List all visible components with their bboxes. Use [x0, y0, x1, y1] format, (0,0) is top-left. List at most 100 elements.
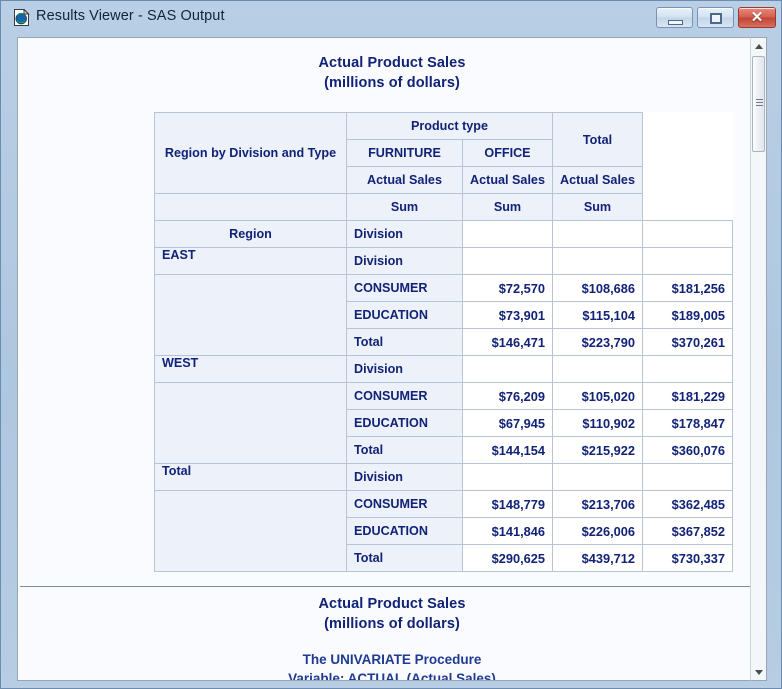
maximize-icon	[710, 13, 722, 24]
cell-furniture: $144,154	[462, 436, 553, 464]
header-stat-furniture: Sum	[346, 193, 463, 221]
cell-division: Total	[346, 328, 463, 356]
cell-office	[552, 355, 643, 383]
procedure-title: The UNIVARIATE Procedure	[302, 652, 482, 667]
maximize-button[interactable]	[697, 7, 734, 28]
table-stub-label: Region by Division and Type	[154, 112, 347, 194]
cell-office: $110,902	[552, 409, 643, 437]
cell-division: CONSUMER	[346, 490, 463, 518]
cell-office: $223,790	[552, 328, 643, 356]
cell-furniture	[462, 247, 553, 275]
page-divider	[20, 586, 760, 587]
product-sales-table: Region by Division and Type Product type…	[154, 112, 733, 572]
cell-total: $367,852	[642, 517, 733, 545]
cell-region: WEST	[154, 355, 347, 383]
table-row: EDUCATION $67,945 $110,902 $178,847	[154, 409, 733, 437]
report-title-line2: (millions of dollars)	[324, 75, 460, 91]
cell-division: Division	[346, 355, 463, 383]
table-row: EAST Division	[154, 247, 733, 275]
window-title: Results Viewer - SAS Output	[36, 8, 225, 24]
table-row: Total $146,471 $223,790 $370,261	[154, 328, 733, 356]
cell-total: $730,337	[642, 544, 733, 572]
cell-total: $362,485	[642, 490, 733, 518]
chevron-down-icon	[755, 670, 763, 675]
cell-region	[154, 490, 347, 518]
cell-division: Division	[346, 463, 463, 491]
cell-office: $108,686	[552, 274, 643, 302]
report-page-2: Actual Product Sales (millions of dollar…	[18, 596, 766, 681]
cell-region	[154, 328, 347, 356]
cell-office	[552, 463, 643, 491]
header-measure-furniture: Actual Sales	[346, 166, 463, 194]
cell-office	[552, 247, 643, 275]
cell-office: $226,006	[552, 517, 643, 545]
cell-region	[154, 409, 347, 437]
table-row: EDUCATION $141,846 $226,006 $367,852	[154, 517, 733, 545]
header-region: Region	[154, 220, 347, 248]
header-product-furniture: FURNITURE	[346, 139, 463, 167]
cell-region	[154, 274, 347, 302]
cell-division: EDUCATION	[346, 301, 463, 329]
header-division: Division	[346, 220, 463, 248]
cell-furniture: $76,209	[462, 382, 553, 410]
table-row: EDUCATION $73,901 $115,104 $189,005	[154, 301, 733, 329]
table-row: CONSUMER $76,209 $105,020 $181,229	[154, 382, 733, 410]
cell-furniture: $146,471	[462, 328, 553, 356]
table-row: Total Division	[154, 463, 733, 491]
stubrow-blank-furniture	[462, 220, 553, 248]
procedure-variable: Variable: ACTUAL (Actual Sales)	[288, 671, 496, 681]
cell-region	[154, 436, 347, 464]
cell-furniture	[462, 355, 553, 383]
cell-furniture: $148,779	[462, 490, 553, 518]
table-row: WEST Division	[154, 355, 733, 383]
cell-furniture: $141,846	[462, 517, 553, 545]
header-stat-office: Sum	[462, 193, 553, 221]
cell-region	[154, 517, 347, 545]
cell-division: Division	[346, 247, 463, 275]
sas-report: Actual Product Sales (millions of dollar…	[18, 38, 766, 680]
table-header-row-statistic: Sum Sum Sum	[154, 193, 733, 221]
cell-division: Total	[346, 436, 463, 464]
cell-office: $213,706	[552, 490, 643, 518]
sas-output-document-icon	[14, 9, 30, 26]
cell-division: Total	[346, 544, 463, 572]
header-measure-total: Actual Sales	[552, 166, 643, 194]
cell-total: $181,256	[642, 274, 733, 302]
cell-furniture: $73,901	[462, 301, 553, 329]
cell-furniture: $290,625	[462, 544, 553, 572]
cell-region	[154, 301, 347, 329]
cell-region: Total	[154, 463, 347, 491]
close-button[interactable]: ✕	[738, 7, 776, 28]
header-stub-blank	[154, 193, 347, 221]
minimize-button[interactable]	[656, 7, 693, 28]
header-measure-office: Actual Sales	[462, 166, 553, 194]
cell-division: CONSUMER	[346, 274, 463, 302]
table-body: EAST Division CONSUMER $72,570 $108,686 $181,…	[154, 247, 733, 572]
results-document-area: Actual Product Sales (millions of dollar…	[17, 37, 767, 681]
cell-total: $189,005	[642, 301, 733, 329]
grip-icon	[756, 99, 763, 106]
table-row: CONSUMER $148,779 $213,706 $362,485	[154, 490, 733, 518]
cell-region	[154, 544, 347, 572]
minimize-icon	[668, 20, 683, 25]
cell-division: CONSUMER	[346, 382, 463, 410]
page2-title-line2: (millions of dollars)	[324, 616, 460, 632]
cell-total: $360,076	[642, 436, 733, 464]
cell-region: EAST	[154, 247, 347, 275]
cell-furniture: $72,570	[462, 274, 553, 302]
header-product-office: OFFICE	[462, 139, 553, 167]
scrollbar-thumb[interactable]	[752, 56, 765, 152]
scroll-up-button[interactable]	[751, 38, 766, 54]
table-head: Region by Division and Type Product type…	[154, 112, 733, 248]
cell-region	[154, 382, 347, 410]
cell-division: EDUCATION	[346, 409, 463, 437]
cell-division: EDUCATION	[346, 517, 463, 545]
close-icon: ✕	[750, 9, 764, 26]
cell-total: $181,229	[642, 382, 733, 410]
scroll-down-button[interactable]	[751, 664, 766, 680]
window-title-bar[interactable]: Results Viewer - SAS Output ✕	[1, 1, 782, 34]
page2-title-line1: Actual Product Sales	[318, 596, 466, 612]
cell-total	[642, 463, 733, 491]
results-viewer-window: Results Viewer - SAS Output ✕ Actual Pro…	[0, 0, 782, 689]
vertical-scrollbar[interactable]	[750, 37, 767, 681]
